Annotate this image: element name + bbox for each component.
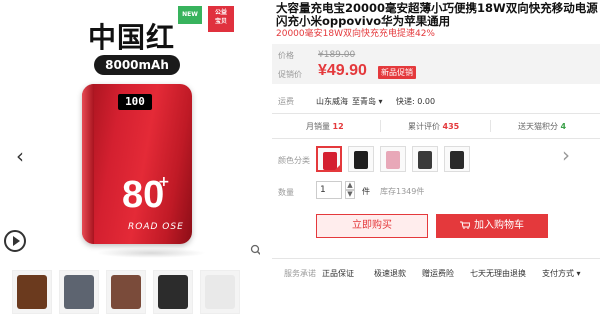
charity-badge: 公益 宝贝 [208,6,234,32]
color-swatch-4-fill [418,151,432,169]
color-label: 颜色分类 [278,156,310,165]
original-price: ¥189.00 [318,50,356,60]
service-item[interactable]: 赠运费险 [422,268,454,279]
main-product-image[interactable]: NEW 公益 宝贝 中国红 8000mAh 100 80 + ROAD OSE [8,0,260,262]
reviews-value: 435 [442,122,460,131]
stat-separator [490,120,491,132]
quantity-input[interactable] [316,181,342,199]
thumbnail-4-fill [158,275,188,309]
service-item[interactable]: 正品保证 [322,268,354,279]
thumbnail-1[interactable] [12,270,52,314]
shipping-label: 运费 [278,97,294,106]
color-swatch-5-fill [450,151,464,169]
add-to-cart-label: 加入购物车 [474,220,524,231]
payment-method-select[interactable]: 支付方式 ▾ [542,268,581,279]
color-swatch-5[interactable] [444,146,470,172]
divider [272,113,600,114]
thumbnail-strip [12,270,252,320]
divider [272,138,600,139]
monthly-sales-label: 月销量 [306,122,330,131]
color-swatch-2[interactable] [348,146,374,172]
quantity-increase-icon[interactable]: ▲ [345,181,355,190]
price-label: 价格 [278,51,294,60]
color-swatch-1-fill [323,152,337,170]
service-label: 服务承诺 [284,269,316,278]
stat-separator [380,120,381,132]
thumbnail-5[interactable] [200,270,240,314]
power-bank-display: 100 [118,94,152,110]
zoom-icon[interactable] [250,244,260,256]
points-stat: 送天猫积分 4 [518,121,566,132]
next-image-icon[interactable]: › [562,145,576,167]
product-info-panel: 大容量充电宝20000毫安超薄小巧便携18W双向快充移动电源闪充小米oppovi… [272,0,600,333]
shipping-origin: 山东威海 [316,97,348,106]
thumbnail-2-fill [64,275,94,309]
color-swatch-3[interactable] [380,146,406,172]
service-item[interactable]: 七天无理由退换 [470,268,526,279]
quantity-unit: 件 [362,187,370,196]
color-swatch-list [316,146,470,172]
power-bank-shadow [96,248,206,258]
divider [272,258,600,259]
monthly-sales-stat: 月销量 12 [306,121,344,132]
thumbnail-4[interactable] [153,270,193,314]
add-to-cart-button[interactable]: 加入购物车 [436,214,548,238]
quantity-decrease-icon[interactable]: ▼ [345,190,355,199]
reviews-label: 累计评价 [408,122,440,131]
shipping-to-word: 至 [352,97,360,106]
shipping-destination-select[interactable]: 青岛 ▾ [360,96,383,107]
points-value: 4 [560,122,567,131]
promo-price-label: 促销价 [278,70,302,79]
thumbnail-2[interactable] [59,270,99,314]
points-label: 送天猫积分 [518,122,558,131]
product-title: 大容量充电宝20000毫安超薄小巧便携18W双向快充移动电源闪充小米oppovi… [276,1,598,28]
reviews-stat[interactable]: 累计评价 435 [408,121,459,132]
brand-title: 中国红 [88,21,176,54]
buy-now-button[interactable]: 立即购买 [316,214,428,238]
thumbnail-3[interactable] [106,270,146,314]
promo-price: ¥49.90 [318,62,367,79]
thumbnail-1-fill [17,275,47,309]
service-item[interactable]: 极速退款 [374,268,406,279]
cart-icon [460,221,470,229]
monthly-sales-value: 12 [332,122,344,131]
power-bank-logo: ROAD OSE [128,222,184,232]
color-swatch-3-fill [386,151,400,169]
product-gallery: NEW 公益 宝贝 中国红 8000mAh 100 80 + ROAD OSE … [0,0,268,333]
play-video-icon[interactable] [4,230,26,252]
power-bank-watt-plus: + [158,174,170,190]
product-subtitle: 20000毫安18W双向快充充电提速42% [276,29,435,39]
color-swatch-4[interactable] [412,146,438,172]
quantity-label: 数量 [278,188,294,197]
capacity-pill: 8000mAh [94,55,180,75]
thumbnail-5-fill [205,275,235,309]
shipping-fee: 快递: 0.00 [396,97,436,106]
stock-count: 库存1349件 [380,187,425,196]
power-bank-illustration: 100 80 + ROAD OSE [82,84,192,244]
color-swatch-1[interactable] [316,146,342,172]
promo-badge: 新品促销 [378,66,416,79]
new-badge: NEW [178,6,202,24]
price-box: 价格 ¥189.00 促销价 ¥49.90 新品促销 [272,44,600,84]
thumbnail-3-fill [111,275,141,309]
color-swatch-2-fill [354,151,368,169]
prev-image-icon[interactable]: ‹ [16,146,30,168]
charity-badge-line2: 宝贝 [214,18,227,25]
charity-badge-line1: 公益 [214,9,227,16]
